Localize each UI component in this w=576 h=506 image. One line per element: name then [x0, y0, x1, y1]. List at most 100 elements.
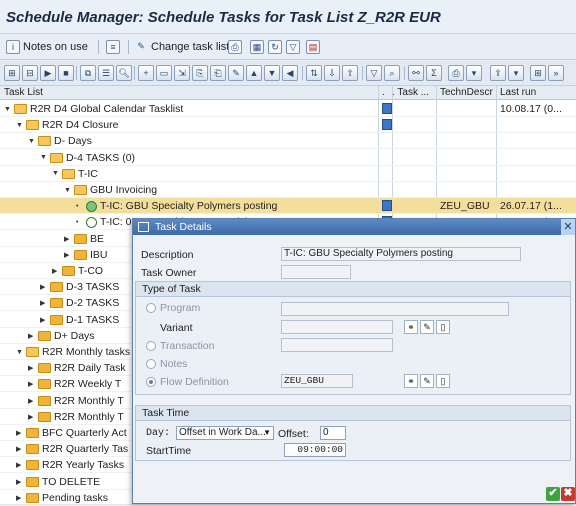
- filter-button[interactable]: ▽: [286, 39, 300, 55]
- sort-desc-icon[interactable]: ⇩: [324, 65, 340, 81]
- collapse-icon[interactable]: ⊟: [22, 65, 38, 81]
- refresh-button[interactable]: ↻: [268, 39, 282, 55]
- print-button[interactable]: ⎙: [228, 39, 242, 55]
- glasses-icon[interactable]: ⚭: [404, 320, 418, 334]
- move-down-icon[interactable]: ▼: [264, 65, 280, 81]
- tree-row[interactable]: ▼ R2R D4 Closure: [0, 117, 576, 134]
- expand-all-icon[interactable]: ⊞: [4, 65, 20, 81]
- tree-node-label: T-CO: [78, 265, 104, 277]
- expand-arrow-icon[interactable]: ▶: [28, 380, 35, 388]
- export-list-icon[interactable]: ⇪: [490, 65, 506, 81]
- expand-arrow-icon[interactable]: ▶: [16, 461, 23, 469]
- folder-icon[interactable]: ▭: [156, 65, 172, 81]
- notes-on-use-button[interactable]: i Notes on use: [6, 39, 88, 55]
- stop-icon[interactable]: ■: [58, 65, 74, 81]
- move-left-icon[interactable]: ◀: [282, 65, 298, 81]
- move-up-icon[interactable]: ▲: [246, 65, 262, 81]
- expand-arrow-icon[interactable]: ▶: [28, 413, 35, 421]
- flow-definition-radio[interactable]: [146, 377, 156, 387]
- task-status-icon: [382, 200, 392, 212]
- filter-tree-icon[interactable]: ▽: [366, 65, 382, 81]
- expand-arrow-icon[interactable]: ▶: [52, 267, 59, 275]
- expand-arrow-icon[interactable]: ▶: [40, 299, 47, 307]
- col-header-flag[interactable]: .: [382, 87, 385, 98]
- insert-icon[interactable]: ⇲: [174, 65, 190, 81]
- notes-radio[interactable]: [146, 359, 156, 369]
- confirm-icon[interactable]: ✔: [546, 487, 560, 501]
- col-header-task-list[interactable]: Task List: [4, 87, 43, 98]
- collapse-arrow-icon[interactable]: ▼: [28, 138, 35, 145]
- paste-icon[interactable]: ⎗: [210, 65, 226, 81]
- collapse-arrow-icon[interactable]: ▼: [16, 122, 23, 129]
- sum-icon[interactable]: Σ: [426, 65, 442, 81]
- collapse-arrow-icon[interactable]: ▼: [64, 187, 71, 194]
- layout-button[interactable]: ▦: [250, 39, 264, 55]
- copy-task-icon[interactable]: ⎘: [192, 65, 208, 81]
- print-list-icon[interactable]: ⎙: [448, 65, 464, 81]
- expand-arrow-icon[interactable]: ▶: [28, 332, 35, 340]
- edit-icon[interactable]: ✎: [228, 65, 244, 81]
- variant-field[interactable]: [281, 320, 393, 334]
- expand-arrow-icon[interactable]: ▶: [16, 478, 23, 486]
- collapse-arrow-icon[interactable]: ▼: [4, 106, 11, 113]
- expand-arrow-icon[interactable]: ▶: [64, 235, 71, 243]
- flow-definition-field[interactable]: ZEU_GBU: [281, 374, 353, 388]
- more-icon[interactable]: »: [548, 65, 564, 81]
- tree-node: ▶ D-2 TASKS: [40, 297, 119, 309]
- day-select[interactable]: Offset in Work Da... ▼: [176, 426, 274, 440]
- export-button[interactable]: ▤: [306, 39, 320, 55]
- program-radio[interactable]: [146, 303, 156, 313]
- expand-arrow-icon[interactable]: ▶: [64, 251, 71, 259]
- expand-arrow-icon[interactable]: ▶: [16, 429, 23, 437]
- info-icon: i: [6, 40, 20, 54]
- expand-arrow-icon[interactable]: ▶: [40, 316, 47, 324]
- sort-icon[interactable]: ⇅: [306, 65, 322, 81]
- toolbar-separator: [98, 40, 99, 54]
- pencil-icon[interactable]: ✎: [420, 320, 434, 334]
- expand-arrow-icon[interactable]: ▶: [16, 445, 23, 453]
- collapse-arrow-icon[interactable]: ▼: [52, 170, 59, 177]
- expand-arrow-icon[interactable]: ▶: [40, 283, 47, 291]
- cancel-icon[interactable]: ✖: [561, 487, 575, 501]
- binoculars-icon[interactable]: ⚯: [408, 65, 424, 81]
- detail-icon[interactable]: 🔍︎: [116, 65, 132, 81]
- pencil-icon[interactable]: ✎: [420, 374, 434, 388]
- spreadsheet-icon[interactable]: ⊞: [530, 65, 546, 81]
- new-icon[interactable]: +: [138, 65, 154, 81]
- col-header-techndescr[interactable]: TechnDescr: [440, 87, 493, 98]
- expand-arrow-icon[interactable]: ▶: [28, 364, 35, 372]
- document-icon[interactable]: ▯: [436, 374, 450, 388]
- offset-field[interactable]: 0: [320, 426, 346, 440]
- close-icon[interactable]: ✕: [561, 219, 575, 235]
- description-field[interactable]: T-IC: GBU Specialty Polymers posting: [281, 247, 521, 261]
- task-owner-field[interactable]: [281, 265, 351, 279]
- tree-row[interactable]: ▼ GBU Invoicing: [0, 182, 576, 198]
- document-icon[interactable]: ▯: [436, 320, 450, 334]
- execute-icon[interactable]: ▶: [40, 65, 56, 81]
- tree-row[interactable]: ▼ D- Days: [0, 133, 576, 150]
- layout-select-icon[interactable]: ▾: [508, 65, 524, 81]
- log-icon[interactable]: ☰: [98, 65, 114, 81]
- glasses-icon[interactable]: ⚭: [404, 374, 418, 388]
- views-icon[interactable]: ▾: [466, 65, 482, 81]
- col-header-task[interactable]: . Task ...: [392, 87, 429, 98]
- collapse-arrow-icon[interactable]: ▼: [40, 154, 47, 161]
- collapse-arrow-icon[interactable]: ▼: [16, 349, 23, 356]
- change-task-list-button[interactable]: ✎ Change task list: [134, 39, 229, 55]
- tree-row[interactable]: ▼ D-4 TASKS (0): [0, 150, 576, 166]
- expand-arrow-icon[interactable]: ▶: [16, 494, 23, 502]
- sort-asc-icon[interactable]: ⇧: [342, 65, 358, 81]
- tree-row[interactable]: ▼ R2R D4 Global Calendar Tasklist 10.08.17…: [0, 101, 576, 117]
- program-field[interactable]: [281, 302, 509, 316]
- task-row[interactable]: • T-IC: GBU Specialty Polymers posting ZEU…: [0, 198, 576, 215]
- tree-row[interactable]: ▼ T-IC: [0, 166, 576, 182]
- expand-arrow-icon[interactable]: ▶: [28, 397, 35, 405]
- find-icon[interactable]: ⌕: [384, 65, 400, 81]
- transaction-field[interactable]: [281, 338, 393, 352]
- folder-icon: [38, 363, 51, 374]
- col-header-last-run[interactable]: Last run: [500, 87, 536, 98]
- list-view-button[interactable]: ≡: [106, 39, 120, 55]
- copy-icon[interactable]: ⧉: [80, 65, 96, 81]
- transaction-radio[interactable]: [146, 341, 156, 351]
- starttime-field[interactable]: 09:00:00: [284, 443, 346, 457]
